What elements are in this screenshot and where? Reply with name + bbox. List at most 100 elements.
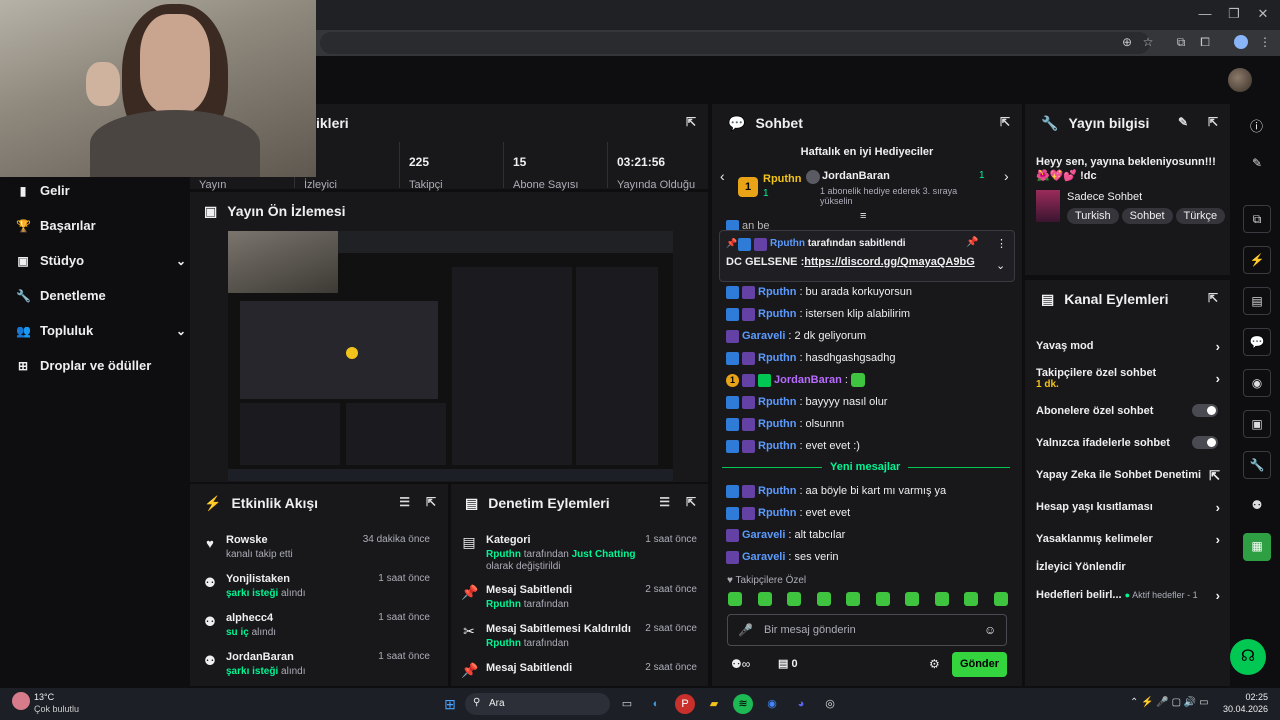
system-tray-icons[interactable]: ⌃ ⚡ 🎤 ▢ 🔊 ▭ (1130, 697, 1209, 708)
emote-icon[interactable] (846, 592, 861, 606)
edit-icon[interactable]: ✎ (1243, 150, 1271, 178)
activity-item: ⚉ Yonjlistaken 1 saat önce şarkı isteği alı… (200, 573, 436, 611)
popout-icon[interactable]: ⇱ (426, 495, 436, 509)
microphone-icon[interactable]: 🎤 (738, 623, 753, 637)
viewer-redirect-row[interactable]: İzleyici Yönlendir (1036, 561, 1220, 573)
emote-icon[interactable] (787, 592, 802, 606)
chat-icon[interactable]: 💬 (1243, 328, 1271, 356)
ai-moderation-row[interactable]: Yapay Zeka ile Sohbet Denetimi ⇱ (1036, 468, 1220, 483)
bolt-icon[interactable]: ⚡ (1243, 246, 1271, 274)
zoom-icon[interactable]: ⊕ (1118, 35, 1136, 49)
emote-chat-toggle[interactable] (1192, 436, 1218, 449)
age-restriction-row[interactable]: Hesap yaşı kısıtlaması › (1036, 500, 1220, 515)
sidebar-item-gelir[interactable]: ▮ Gelir (16, 183, 176, 198)
channel-points-icon[interactable]: ⚉∞ (731, 657, 750, 671)
stream-preview-video[interactable] (228, 231, 673, 481)
windows-start-icon[interactable]: ⊞ (440, 694, 460, 714)
profile-avatar[interactable] (1234, 35, 1248, 49)
tag[interactable]: Turkish (1067, 208, 1119, 224)
sidebar-item-droplar[interactable]: ⊞ Droplar ve ödüller (16, 358, 176, 373)
address-bar[interactable] (320, 32, 1150, 54)
media-icon[interactable]: ⧉ (1172, 35, 1190, 50)
extension-icon[interactable]: ▦ (1243, 533, 1271, 561)
popout-icon[interactable]: ⇱ (1000, 115, 1010, 129)
emote-icon[interactable] (875, 592, 890, 606)
chat-message: Garaveli: 2 dk geliyorum (726, 328, 866, 344)
extensions-icon[interactable]: ⧠ (1196, 35, 1214, 50)
minimize-icon[interactable]: — (1195, 6, 1215, 21)
sidebar-item-topluluk[interactable]: 👥 Topluluk ⌄ (16, 323, 186, 338)
emote-icon[interactable] (816, 592, 831, 606)
user-avatar[interactable] (1228, 68, 1252, 92)
file-explorer-icon[interactable]: ▰ (704, 694, 724, 714)
send-button[interactable]: Gönder (952, 652, 1007, 677)
leader2-name[interactable]: JordanBaran (822, 170, 890, 182)
preview-modlog (346, 403, 446, 465)
channel-points-icon[interactable]: ⚉ (1243, 492, 1271, 520)
weather-temp[interactable]: 13°C (34, 692, 54, 702)
obs-icon[interactable]: ◎ (820, 694, 840, 714)
emote-icon[interactable] (757, 592, 772, 606)
slow-mode-row[interactable]: Yavaş mod › (1036, 339, 1220, 354)
subs-chat-toggle[interactable] (1192, 404, 1218, 417)
chevron-down-icon[interactable]: ⌄ (996, 259, 1005, 272)
emote-icon[interactable] (964, 592, 979, 606)
emote-icon[interactable] (728, 592, 742, 606)
bookmark-star-icon[interactable]: ☆ (1139, 35, 1157, 49)
sidebar-item-studyo[interactable]: ▣ Stüdyo ⌄ (16, 253, 186, 268)
banned-words-row[interactable]: Yasaklanmış kelimeler › (1036, 532, 1220, 547)
goals-row[interactable]: Hedefleri belirl... ● Aktif hedefler - 1… (1036, 588, 1220, 603)
tag[interactable]: Sohbet (1121, 208, 1173, 224)
preview-taskbar (228, 469, 673, 481)
edge-icon[interactable]: ◐ (646, 694, 666, 714)
wrench-icon[interactable]: 🔧 (1243, 451, 1271, 479)
modlog-item: 📌 Mesaj Sabitlendi 2 saat önce (461, 662, 697, 678)
layout-icon[interactable]: ▣ (1243, 410, 1271, 438)
followers-chat-row[interactable]: Takipçilere özel sohbet 1 dk. › (1036, 367, 1220, 390)
filter-icon[interactable]: ☰ (659, 495, 670, 509)
sidebar-item-denetleme[interactable]: 🔧 Denetleme (16, 288, 176, 303)
popout-icon[interactable]: ⇱ (1208, 115, 1218, 129)
popout-icon[interactable]: ⇱ (686, 115, 696, 129)
preview-title: Yayın Ön İzlemesi (227, 203, 346, 219)
close-icon[interactable]: ✕ (1253, 6, 1273, 22)
chevron-down-icon: ⌄ (175, 253, 186, 268)
emote-icon[interactable] (993, 592, 1008, 606)
taskbar-search[interactable]: ⚲ Ara (465, 693, 610, 715)
collapse-icon[interactable]: ≡ (860, 210, 866, 222)
chat-input[interactable]: 🎤 Bir mesaj gönderin ☺ (727, 614, 1007, 646)
emote-icon[interactable] (905, 592, 920, 606)
more-icon[interactable]: ⋮ (996, 237, 1007, 250)
tag[interactable]: Türkçe (1175, 208, 1226, 224)
leader2-count: 1 (979, 170, 985, 181)
chrome-icon[interactable]: ◉ (762, 694, 782, 714)
pin-icon[interactable]: 📌 (966, 237, 978, 248)
maximize-icon[interactable]: ❐ (1224, 6, 1244, 22)
clock-time[interactable]: 02:25 (1228, 692, 1268, 702)
edit-pencil-icon[interactable]: ✎ (1178, 115, 1188, 129)
spotify-icon[interactable]: ≋ (733, 694, 753, 714)
help-headset-icon[interactable]: ☊ (1230, 639, 1266, 675)
points-display[interactable]: ▤ 0 (778, 657, 798, 670)
chevron-right-icon[interactable]: › (1004, 168, 1009, 184)
badge-icon: 1 (726, 373, 739, 387)
settings-gear-icon[interactable]: ⚙ (929, 657, 940, 671)
emote-icon[interactable] (934, 592, 949, 606)
sidebar-item-basarilar[interactable]: 🏆 Başarılar (16, 218, 176, 233)
broadcast-icon[interactable]: ◉ (1243, 369, 1271, 397)
filter-icon[interactable]: ☰ (399, 495, 410, 509)
popout-icon[interactable]: ⇱ (686, 495, 696, 509)
chevron-left-icon[interactable]: ‹ (720, 168, 725, 184)
category-name[interactable]: Sadece Sohbet (1067, 191, 1142, 203)
info-icon[interactable]: ⓘ (1250, 116, 1263, 135)
menu-icon[interactable]: ⋮ (1256, 35, 1274, 49)
app-icon[interactable]: P (675, 694, 695, 714)
popout-icon[interactable]: ⇱ (1208, 291, 1218, 305)
notes-icon[interactable]: ▤ (1243, 287, 1271, 315)
leader-name[interactable]: Rputhn (763, 173, 801, 185)
emoji-icon[interactable]: ☺ (984, 623, 996, 637)
task-view-icon[interactable]: ▭ (617, 694, 637, 714)
clip-icon[interactable]: ⧉ (1243, 205, 1271, 233)
discord-link[interactable]: https://discord.gg/QmayaQA9bG (804, 256, 975, 268)
discord-icon[interactable]: ◕ (791, 694, 811, 714)
